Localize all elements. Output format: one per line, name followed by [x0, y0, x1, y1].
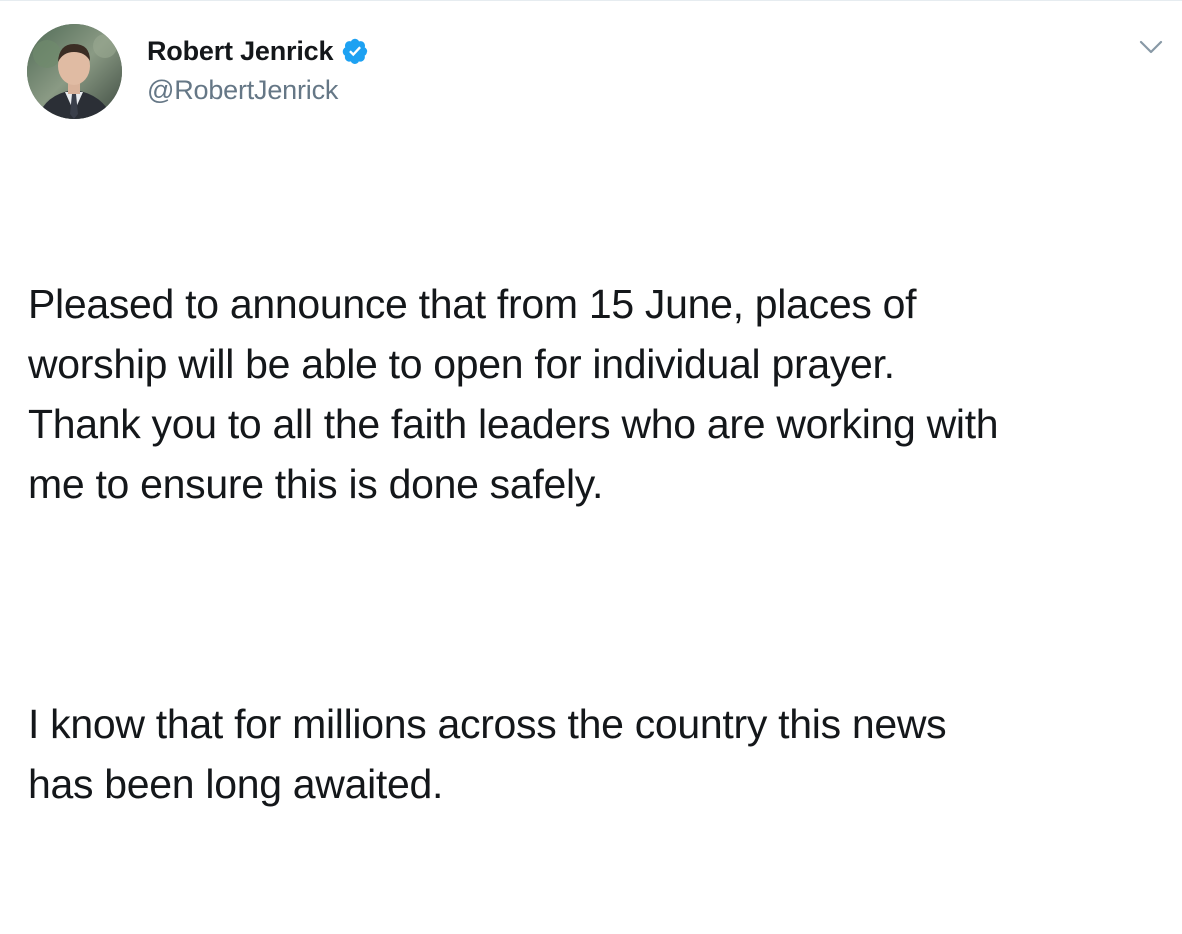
- tweet-text: Pleased to announce that from 15 June, p…: [28, 154, 1168, 934]
- avatar-image: [27, 24, 122, 119]
- author-display-name[interactable]: Robert Jenrick: [147, 36, 333, 67]
- author-name-row[interactable]: Robert Jenrick: [147, 35, 369, 67]
- tweet-card: Robert Jenrick @RobertJenrick Pleased to…: [0, 0, 1182, 807]
- tweet-paragraph: Pleased to announce that from 15 June, p…: [28, 281, 999, 507]
- verified-badge-icon: [341, 37, 369, 65]
- avatar[interactable]: [27, 24, 122, 119]
- chevron-down-icon[interactable]: [1138, 37, 1164, 57]
- tweet-paragraph: I know that for millions across the coun…: [28, 701, 947, 807]
- author-handle[interactable]: @RobertJenrick: [147, 75, 338, 106]
